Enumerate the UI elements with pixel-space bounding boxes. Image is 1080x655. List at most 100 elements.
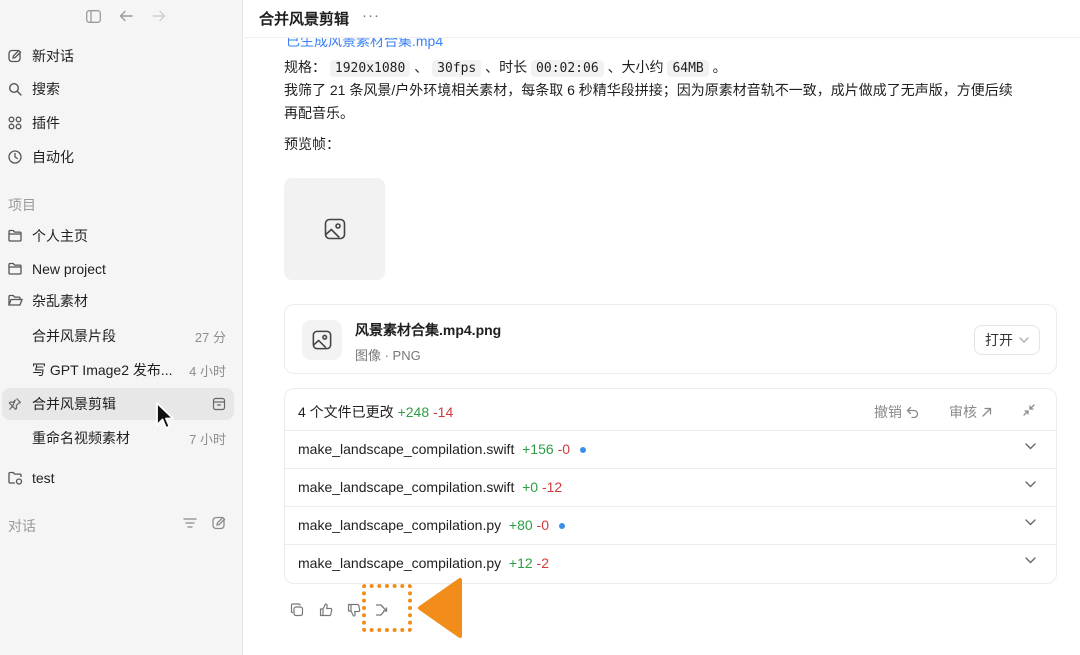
sidebar-item-new-chat[interactable]: 新对话 [0, 40, 236, 72]
folder-open-icon [8, 294, 23, 308]
thread-label: 合并风景剪辑 [32, 396, 116, 412]
thread-time: 4 小时 [189, 363, 226, 379]
preview-label: 预览帧： [284, 136, 340, 152]
sidebar-item-label: 搜索 [32, 81, 60, 97]
review-button[interactable]: 审核 [949, 402, 992, 422]
undo-label: 撤销 [874, 404, 902, 420]
chevron-down-icon[interactable] [1025, 481, 1036, 488]
project-item[interactable]: 个人主页 [0, 220, 236, 252]
folder-icon [8, 229, 22, 243]
changed-file-row[interactable]: make_landscape_compilation.py +12 -2 [285, 545, 1056, 583]
changes-summary: 4 个文件已更改 +248 -14 [298, 402, 453, 422]
lines-removed: -2 [536, 555, 549, 571]
search-icon [8, 82, 22, 96]
thread-item[interactable]: 合并风景片段 27 分 [0, 320, 236, 352]
image-icon [302, 320, 342, 360]
project-item[interactable]: New project [0, 253, 236, 285]
filter-icon[interactable] [183, 517, 197, 529]
thread-item[interactable]: 重命名视频素材 7 小时 [0, 422, 236, 454]
sidebar-item-search[interactable]: 搜索 [0, 73, 236, 105]
main-panel: 合并风景剪辑 ··· 已生成风景素材合集.mp4 规格： 1920x1080 、… [244, 0, 1080, 655]
changes-panel: 4 个文件已更改 +248 -14 撤销 审核 make_landscape_c… [284, 388, 1057, 584]
body-line: 我筛了 21 条风景/户外环境相关素材，每条取 6 秒精华段拼接；因为原素材音轨… [284, 82, 1013, 98]
sidebar-item-label: 新对话 [32, 48, 74, 64]
unsaved-dot [579, 447, 586, 454]
chevron-down-icon[interactable] [1025, 443, 1036, 450]
project-item-test[interactable]: test [0, 462, 236, 494]
undo-icon [906, 406, 919, 418]
projects-section-header: 项目 [8, 197, 36, 213]
changed-file-name: make_landscape_compilation.py [298, 517, 502, 533]
chevron-down-icon[interactable] [1025, 557, 1036, 564]
project-label: 个人主页 [32, 228, 88, 244]
sidebar-item-label: 自动化 [32, 149, 74, 165]
changed-file-row[interactable]: make_landscape_compilation.py +80 -0 [285, 507, 1056, 545]
body-text: 我筛了 21 条风景/户外环境相关素材，每条取 6 秒精华段拼接；因为原素材音轨… [284, 79, 1074, 125]
changed-file-name: make_landscape_compilation.py [298, 555, 502, 571]
lines-added: +248 [397, 404, 430, 420]
thread-item-active[interactable]: 合并风景剪辑 [2, 388, 234, 420]
sidebar-item-automation[interactable]: 自动化 [0, 141, 236, 173]
mouse-cursor-icon [156, 402, 174, 429]
preview-thumbnail[interactable] [284, 178, 385, 280]
changed-file-name: make_landscape_compilation.swift [298, 479, 515, 495]
chats-section-header: 对话 [8, 518, 36, 534]
collapse-icon[interactable] [1023, 404, 1035, 416]
size-value: 64MB [667, 60, 709, 77]
pin-icon[interactable] [8, 397, 22, 411]
thread-time: 27 分 [194, 329, 226, 345]
thumbs-down-icon[interactable] [347, 603, 363, 619]
changed-file: make_landscape_compilation.swift +156 -0 [298, 441, 586, 457]
thumbs-up-icon[interactable] [319, 603, 335, 619]
sidebar-toggle-icon[interactable] [82, 6, 104, 26]
forward-arrow-icon[interactable] [148, 6, 170, 26]
separator: 、大小约 [607, 59, 664, 75]
fps-value: 30fps [432, 60, 482, 77]
thread-item[interactable]: 写 GPT Image2 发布... 4 小时 [0, 354, 236, 386]
separator: 、 [414, 59, 429, 75]
lines-added: +80 [508, 517, 533, 533]
annotation-arrow-icon [418, 578, 462, 638]
back-arrow-icon[interactable] [115, 6, 137, 26]
open-button[interactable]: 打开 [974, 325, 1040, 355]
separator: 、时长 [485, 59, 528, 75]
undo-button[interactable]: 撤销 [874, 402, 919, 422]
sidebar-item-label: 插件 [32, 115, 60, 131]
thread-label: 重命名视频素材 [32, 430, 130, 446]
lines-removed: -0 [536, 517, 549, 533]
changed-file-row[interactable]: make_landscape_compilation.swift +0 -12 [285, 469, 1056, 507]
file-type: 图像 · PNG [355, 348, 421, 363]
chevron-down-icon[interactable] [1025, 519, 1036, 526]
plugins-grid-icon [8, 116, 22, 130]
lines-added: +12 [508, 555, 533, 571]
changed-file: make_landscape_compilation.py +80 -0 [298, 517, 565, 533]
arrow-up-right-icon [982, 407, 992, 417]
file-attachment-card[interactable]: 风景素材合集.mp4.png 图像 · PNG 打开 [284, 304, 1057, 374]
duration-value: 00:02:06 [531, 60, 604, 77]
changed-file: make_landscape_compilation.py +12 -2 [298, 555, 549, 571]
sidebar: 新对话 搜索 插件 自动化 项目 个人主页 New project 杂乱素材 合… [0, 0, 243, 655]
project-item[interactable]: 杂乱素材 [0, 285, 236, 317]
archive-icon[interactable] [212, 397, 226, 411]
folder-icon [8, 262, 22, 276]
open-label: 打开 [985, 332, 1013, 348]
more-options-button[interactable]: ··· [362, 7, 380, 24]
project-label: test [32, 470, 55, 486]
copy-icon[interactable] [290, 603, 306, 619]
new-chat-icon[interactable] [212, 516, 226, 530]
resolution-value: 1920x1080 [329, 60, 411, 77]
clock-icon [8, 150, 22, 164]
spec-label: 规格： [284, 59, 326, 75]
changed-file: make_landscape_compilation.swift +0 -12 [298, 479, 562, 495]
thread-time: 7 小时 [189, 431, 226, 447]
spec-line: 规格： 1920x1080 、 30fps 、时长 00:02:06 、大小约 … [284, 56, 727, 80]
file-name: 风景素材合集.mp4.png [355, 322, 502, 338]
page-title: 合并风景剪辑 [259, 11, 350, 28]
sidebar-item-plugins[interactable]: 插件 [0, 107, 236, 139]
unsaved-dot [558, 523, 565, 530]
lines-added: +0 [522, 479, 539, 495]
review-label: 审核 [949, 404, 977, 420]
lines-removed: -14 [433, 404, 454, 420]
changed-file-row[interactable]: make_landscape_compilation.swift +156 -0 [285, 431, 1056, 469]
app-window: 新对话 搜索 插件 自动化 项目 个人主页 New project 杂乱素材 合… [0, 0, 1080, 655]
